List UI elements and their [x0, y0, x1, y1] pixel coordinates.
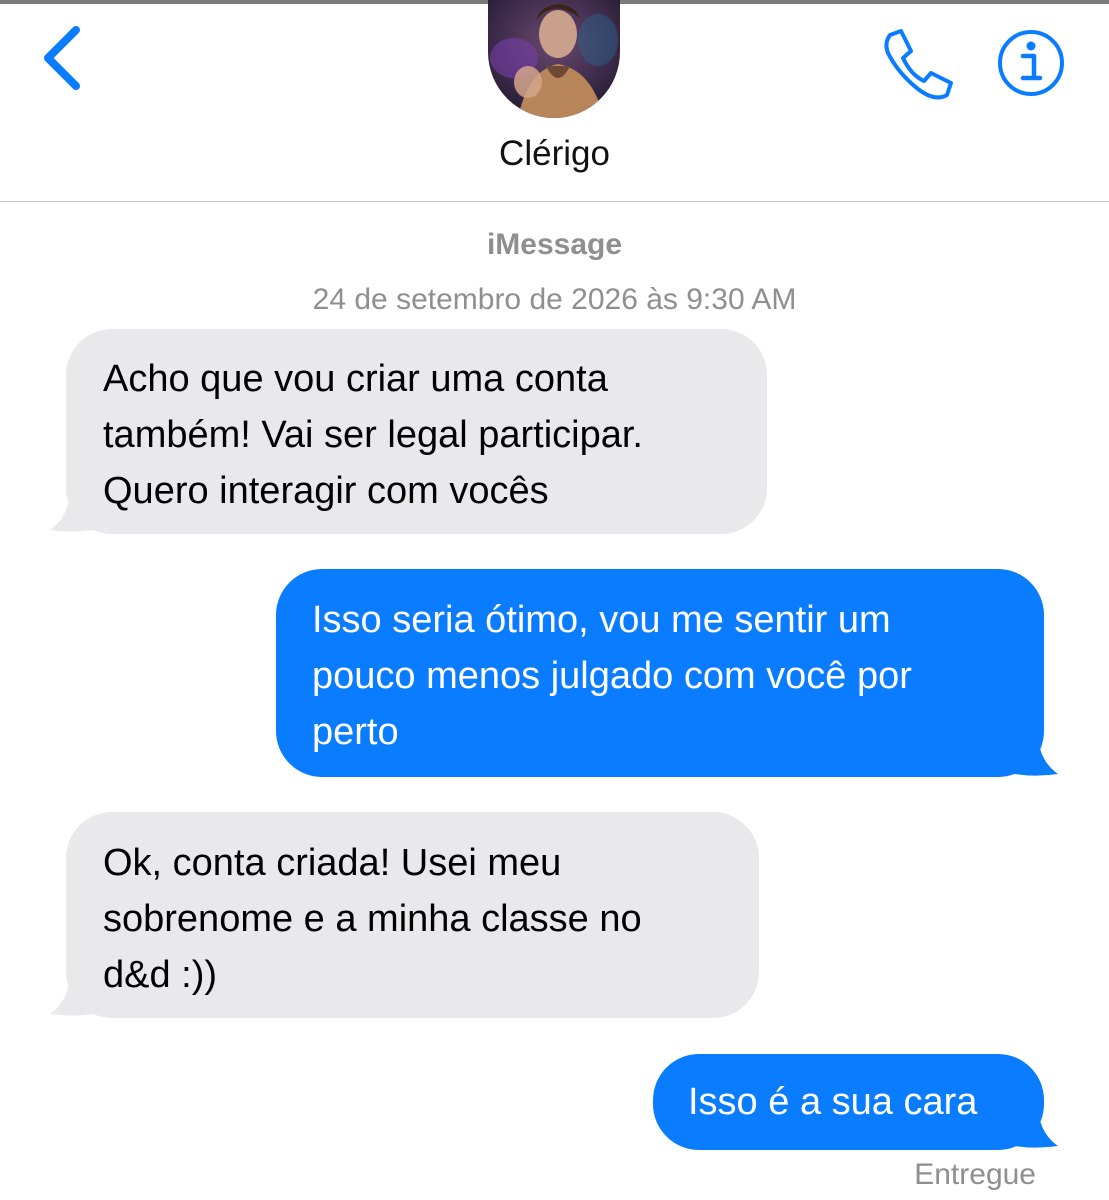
- message-text-line: Acho que vou criar uma conta: [103, 358, 608, 400]
- outgoing-message-bubble[interactable]: Isso seria ótimo, vou me sentir um pouco…: [276, 569, 1044, 777]
- contact-avatar[interactable]: [488, 0, 620, 118]
- contact-name[interactable]: Clérigo: [0, 134, 1109, 174]
- message-text-line: d&d :)): [103, 954, 218, 996]
- message-text-line: sobrenome e a minha classe no: [103, 898, 642, 940]
- back-button[interactable]: [32, 22, 92, 92]
- info-button[interactable]: [995, 27, 1067, 99]
- chevron-left-icon: [44, 26, 80, 90]
- outgoing-message-bubble[interactable]: Isso é a sua cara: [653, 1054, 1044, 1150]
- incoming-message-bubble[interactable]: Ok, conta criada! Usei meu sobrenome e a…: [66, 812, 759, 1018]
- message-text-line: perto: [312, 711, 399, 753]
- incoming-message-bubble[interactable]: Acho que vou criar uma conta também! Vai…: [66, 329, 767, 534]
- conversation-header: Clérigo: [0, 0, 1109, 202]
- message-text-line: Quero interagir com vocês: [103, 470, 549, 512]
- info-icon: [998, 30, 1064, 96]
- phone-icon: [884, 29, 953, 100]
- message-text-line: pouco menos julgado com você por: [312, 655, 912, 697]
- avatar-photo: [488, 0, 620, 118]
- message-text-line: Isso seria ótimo, vou me sentir um: [312, 599, 891, 641]
- message-text-line: Ok, conta criada! Usei meu: [103, 842, 562, 884]
- call-button[interactable]: [880, 26, 956, 102]
- message-text-line: Isso é a sua cara: [688, 1081, 978, 1123]
- message-text-line: também! Vai ser legal participar.: [103, 414, 643, 456]
- message-timestamp: 24 de setembro de 2026 às 9:30 AM: [312, 283, 797, 316]
- service-label: iMessage: [486, 228, 623, 261]
- delivery-status: Entregue: [914, 1158, 1036, 1191]
